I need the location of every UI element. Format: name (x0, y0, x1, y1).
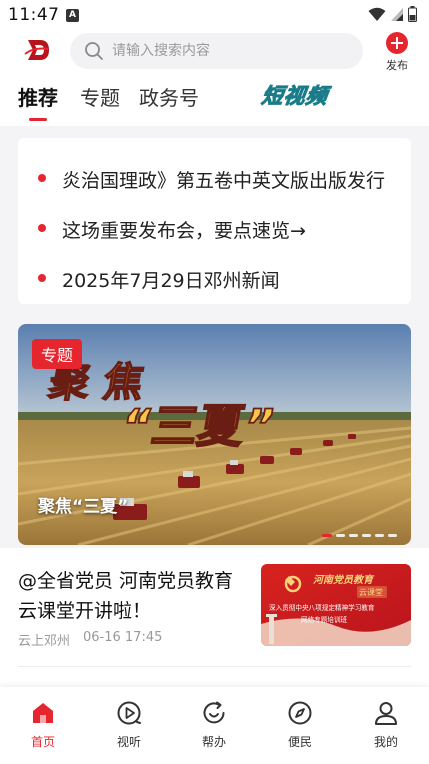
nav-label: 视听 (116, 735, 141, 749)
compass-icon (288, 701, 312, 725)
tab-topics[interactable]: 专题 (80, 82, 120, 111)
channel-tabs: 推荐 专题 政务号 短视频 (0, 78, 429, 126)
status-time: 11:47 (8, 5, 60, 25)
search-input[interactable] (112, 33, 352, 69)
news-time: 06-16 17:45 (83, 630, 163, 645)
tab-recommend[interactable]: 推荐 (18, 82, 58, 111)
news-thumbnail: 河南党员教育 云课堂 深入贯彻中央八项规定精神学习教育 网络专题培训班 (261, 564, 411, 646)
carousel-indicator (322, 534, 397, 537)
search-bar[interactable] (70, 33, 363, 69)
bullet-dot (38, 174, 46, 182)
plus-icon (386, 32, 408, 54)
headline-item[interactable]: 2025年7月29日邓州新闻 (18, 246, 411, 296)
notification-icon: A (66, 9, 79, 22)
publish-button[interactable]: 发布 (380, 32, 414, 74)
signal-icon (391, 7, 403, 21)
banner-caption: 聚焦“三夏” (38, 497, 129, 517)
topic-badge: 专题 (32, 339, 83, 369)
news-source: 云上邓州 (18, 634, 71, 649)
carousel-dot (388, 534, 397, 537)
publish-label: 发布 (386, 59, 408, 72)
nav-media[interactable]: 视听 (99, 699, 159, 750)
thumb-title: 河南党员教育 (313, 574, 375, 586)
tab-active-indicator (29, 118, 47, 121)
carousel-dot (322, 534, 332, 537)
nav-profile[interactable]: 我的 (356, 699, 416, 750)
nav-label: 我的 (373, 735, 398, 749)
header: 发布 (0, 30, 429, 76)
refresh-icon (203, 701, 225, 724)
status-bar: 11:47 A (0, 0, 429, 30)
headline-item[interactable]: 炎治国理政》第五卷中英文版出版发行 (18, 146, 411, 196)
carousel-dot (336, 534, 345, 537)
headline-text: 炎治国理政》第五卷中英文版出版发行 (62, 170, 386, 192)
topic-banner[interactable]: 聚 焦 “三夏” 专题 聚焦“三夏” (18, 324, 411, 545)
news-list-item[interactable]: @全省党员 河南党员教育云课堂开讲啦！ 云上邓州 06-16 17:45 河南党… (0, 548, 429, 668)
nav-home[interactable]: 首页 (13, 699, 73, 750)
carousel-dot (349, 534, 358, 537)
thumb-subtitle-2: 网络专题培训班 (301, 615, 348, 624)
user-icon (375, 702, 397, 725)
thumbnail-image: 河南党员教育 云课堂 深入贯彻中央八项规定精神学习教育 网络专题培训班 (261, 564, 411, 646)
tab-short-video[interactable]: 短视频 (260, 80, 330, 110)
headline-item[interactable]: 这场重要发布会，要点速览→ (18, 196, 411, 246)
home-icon (33, 703, 53, 723)
news-title: @全省党员 河南党员教育云课堂开讲啦！ (18, 570, 234, 622)
thumb-badge: 云课堂 (359, 587, 383, 597)
app-logo[interactable] (24, 36, 52, 64)
nav-label: 首页 (30, 735, 55, 749)
tab-government[interactable]: 政务号 (139, 82, 199, 111)
nav-label: 帮办 (201, 735, 226, 749)
headline-card: 炎治国理政》第五卷中英文版出版发行 这场重要发布会，要点速览→ 2025年7月2… (18, 138, 411, 304)
status-indicators (368, 6, 417, 22)
nav-services[interactable]: 便民 (270, 699, 330, 750)
battery-icon (408, 6, 417, 22)
next-item-peek (0, 667, 429, 687)
nav-label: 便民 (287, 735, 312, 749)
wifi-icon (368, 7, 386, 21)
carousel-dot (375, 534, 384, 537)
thumb-subtitle: 深入贯彻中央八项规定精神学习教育 (269, 603, 375, 612)
bottom-navigation: 首页 视听 帮办 便民 我的 (0, 687, 429, 764)
banner-headline-2: “三夏” (117, 399, 279, 453)
play-icon (117, 701, 141, 725)
nav-help[interactable]: 帮办 (184, 699, 244, 750)
headline-text: 2025年7月29日邓州新闻 (62, 270, 280, 292)
bullet-dot (38, 274, 46, 282)
headline-text: 这场重要发布会，要点速览→ (62, 220, 306, 242)
carousel-dot (362, 534, 371, 537)
bullet-dot (38, 224, 46, 232)
search-icon (85, 42, 103, 60)
